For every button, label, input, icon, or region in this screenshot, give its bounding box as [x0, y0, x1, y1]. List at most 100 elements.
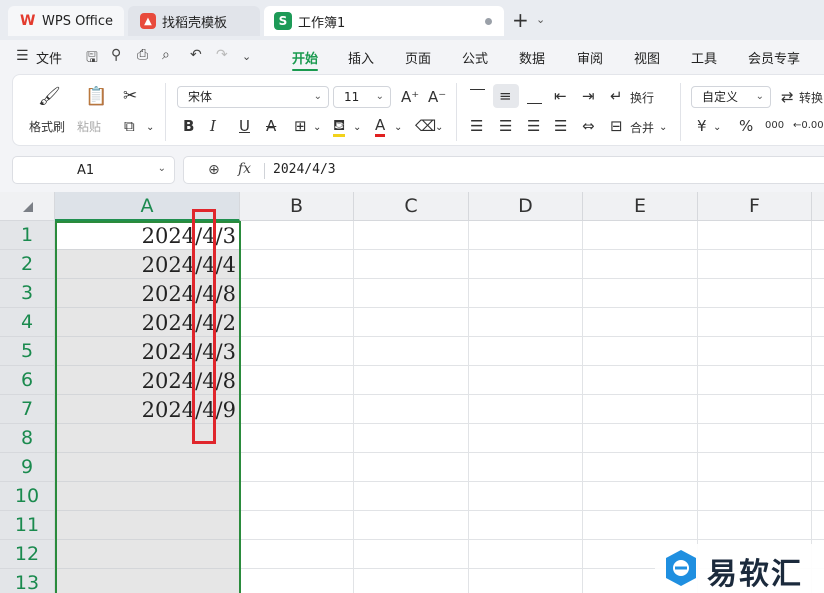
- cell[interactable]: [240, 366, 354, 395]
- chevron-down-icon[interactable]: ⌄: [659, 120, 667, 136]
- cell[interactable]: [812, 482, 824, 511]
- cell[interactable]: [469, 337, 583, 366]
- justify-icon[interactable]: ☰: [554, 118, 567, 134]
- cell[interactable]: [469, 540, 583, 569]
- cell[interactable]: [698, 250, 812, 279]
- select-all-corner[interactable]: [0, 192, 55, 221]
- cell[interactable]: [240, 511, 354, 540]
- cell[interactable]: [354, 569, 469, 593]
- cell[interactable]: [698, 337, 812, 366]
- chevron-down-icon[interactable]: ⌄: [353, 120, 361, 136]
- formula-input[interactable]: ⊕ fx 2024/4/3: [183, 156, 824, 184]
- row-header-2[interactable]: 2: [0, 250, 55, 279]
- currency-button[interactable]: ¥: [697, 118, 707, 134]
- underline-button[interactable]: U: [239, 118, 250, 134]
- cell[interactable]: [812, 250, 824, 279]
- cell[interactable]: [469, 482, 583, 511]
- font-color-icon[interactable]: A: [375, 117, 386, 137]
- align-right-icon[interactable]: ☰: [527, 118, 540, 134]
- cell[interactable]: [583, 482, 698, 511]
- cell[interactable]: [469, 279, 583, 308]
- tab-template-store[interactable]: ▲ 找稻壳模板: [128, 6, 260, 36]
- row-header-13[interactable]: 13: [0, 569, 55, 593]
- indent-increase-icon[interactable]: ⇥: [582, 88, 595, 104]
- cell[interactable]: [354, 424, 469, 453]
- cell[interactable]: [698, 453, 812, 482]
- cell[interactable]: [812, 366, 824, 395]
- cell[interactable]: [469, 221, 583, 250]
- tab-data[interactable]: 数据: [519, 48, 545, 67]
- align-bottom-icon[interactable]: ⎽: [527, 88, 542, 104]
- cell[interactable]: [698, 482, 812, 511]
- decrease-font-icon[interactable]: A⁻: [428, 89, 446, 105]
- cell[interactable]: [812, 424, 824, 453]
- cell[interactable]: [698, 221, 812, 250]
- align-top-icon[interactable]: ⎺: [470, 88, 485, 104]
- row-header-11[interactable]: 11: [0, 511, 55, 540]
- cell[interactable]: [583, 395, 698, 424]
- cell-a12[interactable]: [55, 540, 240, 569]
- redo-icon[interactable]: ↷: [216, 47, 228, 63]
- tab-member[interactable]: 会员专享: [748, 48, 800, 67]
- column-header-a[interactable]: A: [55, 192, 240, 221]
- cell[interactable]: [354, 453, 469, 482]
- chevron-down-icon[interactable]: ⌄: [536, 13, 545, 26]
- row-header-9[interactable]: 9: [0, 453, 55, 482]
- copy-icon[interactable]: ⧉: [124, 118, 135, 134]
- tab-formula[interactable]: 公式: [462, 48, 488, 67]
- cell[interactable]: [240, 337, 354, 366]
- fill-color-icon[interactable]: ⛾: [333, 117, 346, 137]
- cell[interactable]: [354, 221, 469, 250]
- thousands-button[interactable]: 000: [765, 118, 784, 134]
- align-left-icon[interactable]: ☰: [470, 118, 483, 134]
- eraser-icon[interactable]: ⌫: [415, 118, 436, 134]
- cell[interactable]: [354, 279, 469, 308]
- cut-icon[interactable]: ✂: [123, 88, 137, 105]
- row-header-3[interactable]: 3: [0, 279, 55, 308]
- cell-a3[interactable]: 2024/4/8: [55, 279, 240, 308]
- tab-page[interactable]: 页面: [405, 48, 431, 67]
- print-preview-icon[interactable]: ⌕: [162, 47, 170, 63]
- zoom-search-icon[interactable]: ⊕: [208, 162, 220, 178]
- font-size-select[interactable]: 11 ⌄: [333, 86, 391, 108]
- cell[interactable]: [698, 279, 812, 308]
- cell[interactable]: [240, 221, 354, 250]
- cell-a1[interactable]: 2024/4/3: [55, 221, 240, 250]
- cell[interactable]: [354, 366, 469, 395]
- chevron-down-icon[interactable]: ⌄: [394, 120, 402, 136]
- cell[interactable]: [583, 279, 698, 308]
- cell[interactable]: [583, 308, 698, 337]
- link-icon[interactable]: ⚲: [111, 47, 121, 63]
- wrap-button[interactable]: 换行: [630, 89, 654, 106]
- cell[interactable]: [240, 395, 354, 424]
- tab-wps-office[interactable]: W WPS Office: [8, 6, 124, 36]
- indent-decrease-icon[interactable]: ⇤: [554, 88, 567, 104]
- cell-a2[interactable]: 2024/4/4: [55, 250, 240, 279]
- convert-button[interactable]: 转换: [799, 89, 823, 106]
- row-header-6[interactable]: 6: [0, 366, 55, 395]
- cell[interactable]: [354, 308, 469, 337]
- row-header-1[interactable]: 1: [0, 221, 55, 250]
- cell[interactable]: [698, 308, 812, 337]
- cell[interactable]: [583, 511, 698, 540]
- strikethrough-button[interactable]: A: [266, 118, 276, 134]
- merge-button[interactable]: 合并: [630, 119, 654, 136]
- row-header-7[interactable]: 7: [0, 395, 55, 424]
- cell[interactable]: [698, 511, 812, 540]
- distribute-icon[interactable]: ⇔: [582, 118, 595, 134]
- cell-a6[interactable]: 2024/4/8: [55, 366, 240, 395]
- cell[interactable]: [583, 453, 698, 482]
- cell[interactable]: [240, 453, 354, 482]
- cell-a13[interactable]: [55, 569, 240, 593]
- cell[interactable]: [469, 395, 583, 424]
- cell-a7[interactable]: 2024/4/9: [55, 395, 240, 424]
- row-header-8[interactable]: 8: [0, 424, 55, 453]
- tab-review[interactable]: 审阅: [577, 48, 603, 67]
- name-box[interactable]: A1 ⌄: [12, 156, 175, 184]
- cell[interactable]: [583, 337, 698, 366]
- row-header-4[interactable]: 4: [0, 308, 55, 337]
- cell-a10[interactable]: [55, 482, 240, 511]
- column-header-f[interactable]: F: [698, 192, 812, 221]
- percent-button[interactable]: %: [739, 118, 753, 134]
- hamburger-icon[interactable]: ☰: [16, 48, 29, 64]
